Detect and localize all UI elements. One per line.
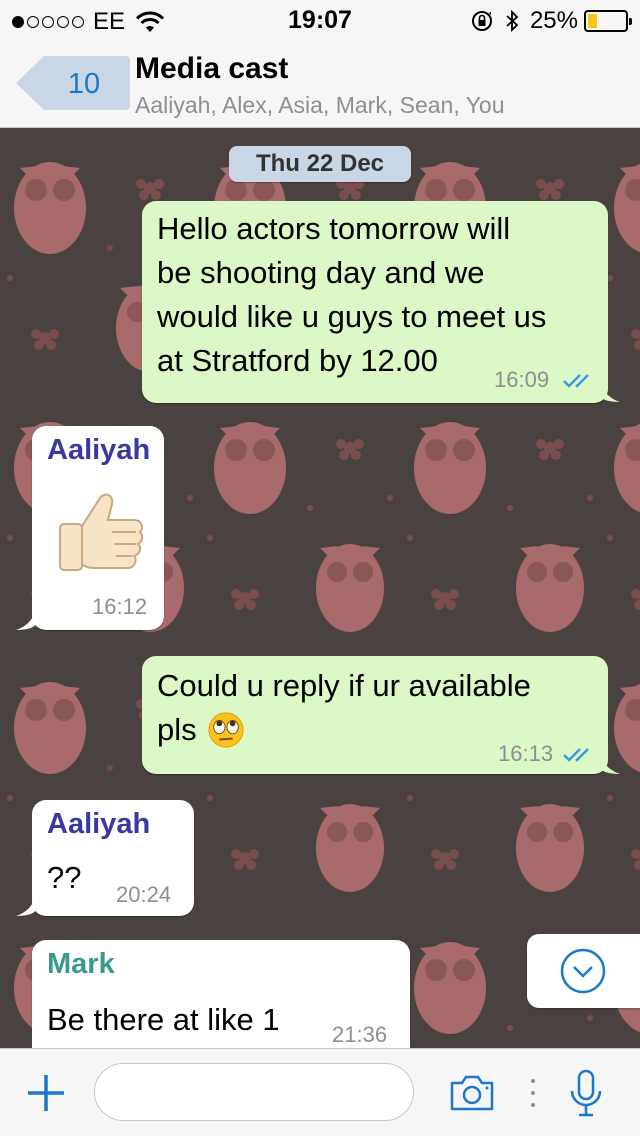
battery-fill <box>588 14 597 28</box>
message-text: ?? <box>47 860 82 895</box>
message-input[interactable] <box>94 1063 414 1121</box>
message-text: Be there at like 1 <box>47 1002 280 1037</box>
thumbs-up-emoji-icon <box>59 493 144 571</box>
scroll-to-bottom-button[interactable] <box>527 934 640 1008</box>
message-text-line: Could u reply if ur available <box>157 668 531 703</box>
attach-plus-icon[interactable] <box>26 1073 66 1113</box>
message-input-bar <box>0 1048 640 1136</box>
status-bar: EE 19:07 25% <box>0 0 640 40</box>
chat-title[interactable]: Media cast <box>135 52 288 86</box>
message-text-line: be shooting day and we <box>157 255 485 290</box>
message-text-line: pls <box>157 712 197 747</box>
message-bubble-outgoing[interactable]: Could u reply if ur available pls 16:13 <box>142 656 608 774</box>
battery-percentage: 25% <box>529 7 578 34</box>
camera-icon[interactable] <box>448 1073 496 1113</box>
message-bubble-incoming[interactable]: Aaliyah 16:12 <box>32 426 164 630</box>
unread-count: 10 <box>67 68 101 100</box>
microphone-icon[interactable] <box>566 1069 606 1119</box>
chat-members[interactable]: Aaliyah, Alex, Asia, Mark, Sean, You <box>135 92 505 119</box>
sender-name: Aaliyah <box>47 434 151 466</box>
message-time: 16:12 <box>92 594 148 619</box>
bubble-tail <box>600 380 620 402</box>
read-receipt-icon <box>563 374 589 388</box>
divider-dots <box>531 1079 535 1107</box>
eye-roll-emoji-icon <box>208 712 244 748</box>
message-time: 21:36 <box>332 1022 388 1047</box>
back-button[interactable]: 10 <box>14 54 130 112</box>
date-divider: Thu 22 Dec <box>229 146 411 182</box>
message-text-line: at Stratford by 12.00 <box>157 343 438 378</box>
message-time: 20:24 <box>116 882 172 907</box>
message-bubble-outgoing[interactable]: Hello actors tomorrow will be shooting d… <box>142 201 608 403</box>
bluetooth-icon <box>506 9 519 33</box>
message-bubble-incoming[interactable]: Mark Be there at like 1 21:36 <box>32 940 410 1048</box>
chat-area[interactable]: Thu 22 Dec Hello actors tomorrow will be… <box>0 128 640 1048</box>
bubble-tail <box>16 608 36 630</box>
rotation-lock-icon <box>471 11 492 31</box>
chat-header: 10 Media cast Aaliyah, Alex, Asia, Mark,… <box>0 40 640 128</box>
message-text-line: Hello actors tomorrow will <box>157 211 511 246</box>
message-time: 16:13 <box>498 741 554 766</box>
battery-icon <box>584 10 632 32</box>
message-text-line: would like u guys to meet us <box>157 299 547 334</box>
message-time: 16:09 <box>494 367 550 392</box>
sender-name: Mark <box>47 948 115 980</box>
read-receipt-icon <box>563 748 589 762</box>
bubble-tail <box>16 894 36 916</box>
sender-name: Aaliyah <box>47 808 151 840</box>
bubble-tail <box>600 752 620 774</box>
chevron-down-icon <box>560 948 606 994</box>
message-bubble-incoming[interactable]: Aaliyah ?? 20:24 <box>32 800 194 916</box>
